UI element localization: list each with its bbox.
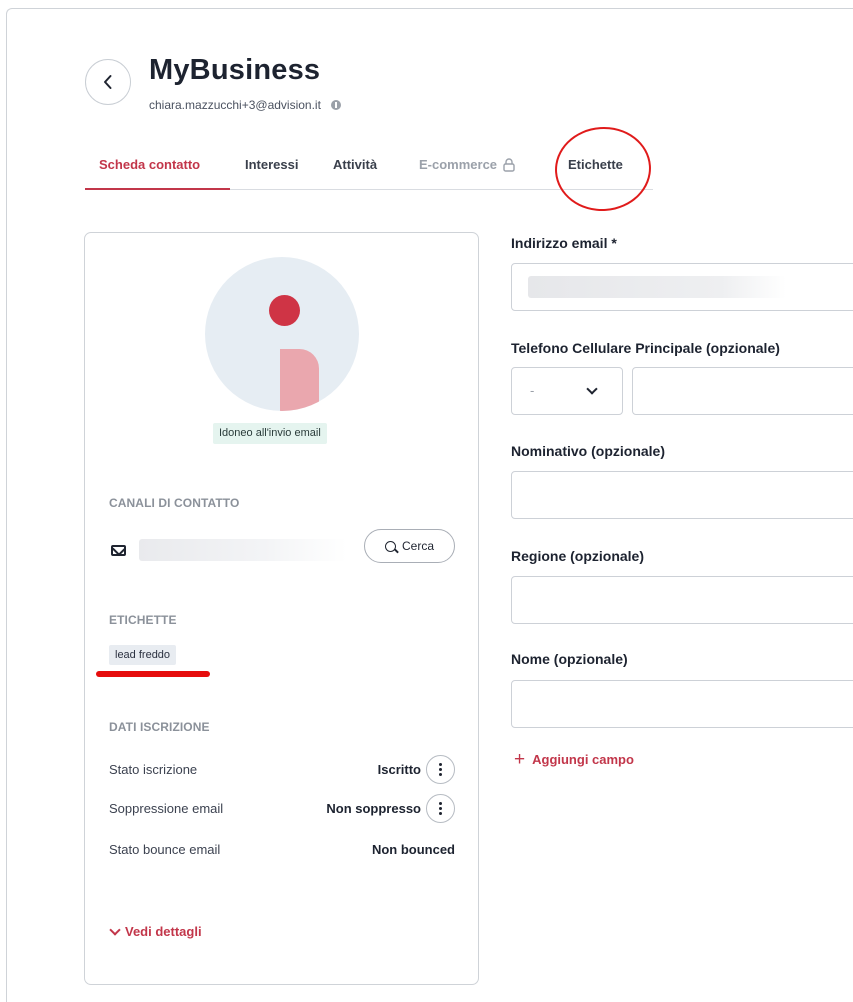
phone-number-input[interactable]: [632, 367, 853, 415]
full-name-field[interactable]: [511, 471, 853, 519]
row-value: Iscritto: [377, 762, 421, 777]
contact-channel-email-row: Cerca: [109, 529, 455, 571]
phone-prefix-select[interactable]: -: [511, 367, 623, 415]
avatar: [205, 257, 359, 411]
status-badge: Idoneo all'invio email: [213, 423, 327, 444]
region-field[interactable]: [511, 576, 853, 624]
subscription-status-row: Stato iscrizione Iscritto: [109, 755, 455, 785]
tab-ecommerce-label: E-commerce: [419, 157, 498, 172]
region-field-label: Regione (opzionale): [511, 548, 644, 564]
lock-icon: [503, 157, 515, 172]
row-value: Non bounced: [371, 842, 455, 857]
tab-interessi[interactable]: Interessi: [245, 157, 298, 172]
contact-profile-card: Idoneo all'invio email CANALI DI CONTATT…: [84, 232, 479, 985]
phone-field-label: Telefono Cellulare Principale (opzionale…: [511, 340, 780, 356]
chevron-left-icon: [104, 75, 112, 89]
view-details-label: Vedi dettagli: [125, 924, 202, 939]
avatar-dot: [269, 295, 300, 326]
row-label: Stato bounce email: [109, 842, 221, 857]
annotation-underline: [96, 671, 210, 677]
email-suppression-row: Soppressione email Non soppresso: [109, 794, 455, 824]
search-button[interactable]: Cerca: [364, 529, 455, 563]
subscription-heading: DATI ISCRIZIONE: [109, 720, 210, 734]
active-tab-indicator: [85, 188, 230, 190]
row-label: Soppressione email: [109, 801, 224, 816]
tab-ecommerce[interactable]: E-commerce: [419, 157, 515, 172]
search-button-label: Cerca: [401, 539, 434, 553]
email-field[interactable]: [511, 263, 853, 311]
full-name-field-label: Nominativo (opzionale): [511, 443, 665, 459]
contact-email-subtitle: chiara.mazzucchi+3@advision.it: [149, 98, 341, 112]
chevron-down-icon: [586, 383, 598, 395]
redacted-email: [139, 539, 347, 561]
more-options-icon[interactable]: [426, 794, 455, 823]
back-button[interactable]: [85, 59, 131, 105]
contact-channels-heading: CANALI DI CONTATTO: [109, 496, 240, 510]
email-field-label: Indirizzo email *: [511, 235, 617, 251]
add-field-button[interactable]: + Aggiungi campo: [514, 748, 634, 770]
tab-scheda-contatto[interactable]: Scheda contatto: [99, 157, 200, 172]
redacted-email-value: [528, 276, 786, 298]
chevron-down-icon: [109, 923, 121, 936]
row-label: Stato iscrizione: [109, 762, 198, 777]
add-field-label: Aggiungi campo: [532, 752, 634, 767]
first-name-field-label: Nome (opzionale): [511, 651, 628, 667]
mail-icon: [111, 545, 126, 556]
avatar-stem: [280, 349, 319, 411]
row-value: Non soppresso: [326, 801, 421, 816]
phone-prefix-value: -: [530, 383, 535, 398]
first-name-field[interactable]: [511, 680, 853, 728]
page-title: MyBusiness: [149, 54, 321, 86]
tab-attivita[interactable]: Attività: [333, 157, 377, 172]
tags-heading: ETICHETTE: [109, 613, 177, 627]
plus-icon: +: [514, 748, 526, 770]
more-options-icon[interactable]: [426, 755, 455, 784]
view-details-link[interactable]: Vedi dettagli: [109, 923, 202, 939]
contact-email-text: chiara.mazzucchi+3@advision.it: [149, 98, 321, 112]
tag-chip[interactable]: lead freddo: [109, 645, 177, 665]
search-icon: [384, 540, 396, 552]
bounce-status-row: Stato bounce email Non bounced: [109, 835, 455, 865]
info-icon[interactable]: [330, 100, 341, 110]
